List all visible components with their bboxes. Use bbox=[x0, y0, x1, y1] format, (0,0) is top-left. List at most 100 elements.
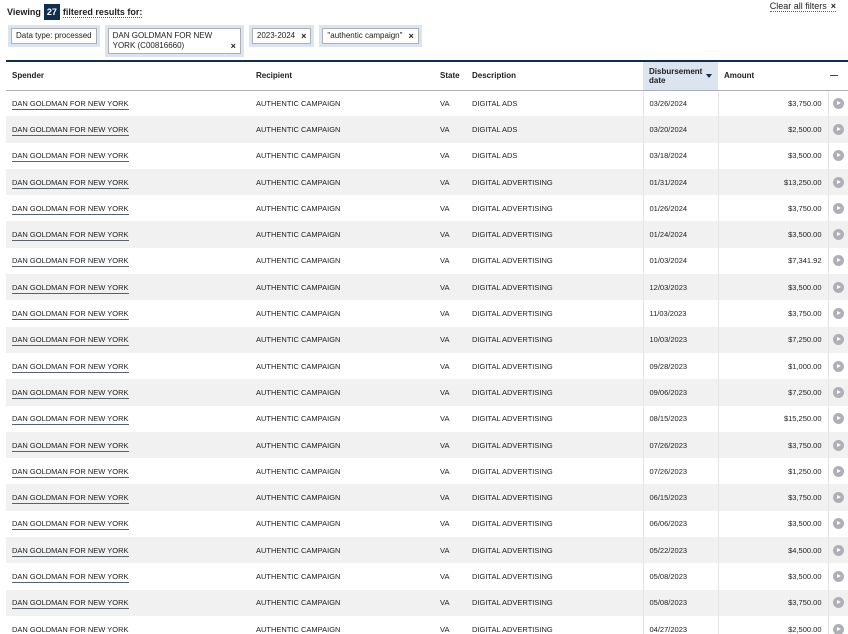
cell-spender[interactable]: DAN GOLDMAN FOR NEW YORK bbox=[6, 484, 250, 511]
cell-row-action[interactable] bbox=[827, 116, 848, 143]
row-expand-icon[interactable] bbox=[832, 386, 844, 398]
spender-link[interactable]: DAN GOLDMAN FOR NEW YORK bbox=[12, 466, 129, 478]
cell-spender[interactable]: DAN GOLDMAN FOR NEW YORK bbox=[6, 458, 250, 484]
table-row[interactable]: DAN GOLDMAN FOR NEW YORK AUTHENTIC CAMPAI… bbox=[6, 615, 848, 634]
cell-row-action[interactable] bbox=[827, 458, 848, 485]
table-row[interactable]: DAN GOLDMAN FOR NEW YORK AUTHENTIC CAMPAI… bbox=[6, 484, 848, 511]
spender-link[interactable]: DAN GOLDMAN FOR NEW YORK bbox=[12, 335, 129, 347]
cell-spender[interactable]: DAN GOLDMAN FOR NEW YORK bbox=[6, 274, 250, 301]
spender-link[interactable]: DAN GOLDMAN FOR NEW YORK bbox=[12, 256, 129, 268]
cell-row-action[interactable] bbox=[827, 563, 848, 590]
spender-link[interactable]: DAN GOLDMAN FOR NEW YORK bbox=[12, 519, 129, 531]
table-row[interactable]: DAN GOLDMAN FOR NEW YORK AUTHENTIC CAMPAI… bbox=[6, 379, 848, 406]
cell-spender[interactable]: DAN GOLDMAN FOR NEW YORK bbox=[6, 563, 250, 589]
row-expand-icon[interactable] bbox=[832, 623, 844, 634]
remove-filter-icon[interactable]: × bbox=[301, 31, 306, 41]
column-header-disbursement-date[interactable]: Disbursement date bbox=[643, 60, 718, 91]
table-row[interactable]: DAN GOLDMAN FOR NEW YORK AUTHENTIC CAMPAI… bbox=[6, 431, 848, 459]
table-row[interactable]: DAN GOLDMAN FOR NEW YORK AUTHENTIC CAMPAI… bbox=[6, 90, 848, 117]
table-row[interactable]: DAN GOLDMAN FOR NEW YORK AUTHENTIC CAMPAI… bbox=[6, 247, 848, 275]
cell-row-action[interactable] bbox=[827, 221, 848, 248]
spender-link[interactable]: DAN GOLDMAN FOR NEW YORK bbox=[12, 151, 129, 163]
cell-row-action[interactable] bbox=[827, 247, 848, 275]
table-row[interactable]: DAN GOLDMAN FOR NEW YORK AUTHENTIC CAMPAI… bbox=[6, 116, 848, 143]
remove-filter-icon[interactable]: × bbox=[408, 31, 413, 41]
cell-spender[interactable]: DAN GOLDMAN FOR NEW YORK bbox=[6, 143, 250, 169]
cell-spender[interactable]: DAN GOLDMAN FOR NEW YORK bbox=[6, 511, 250, 537]
row-expand-icon[interactable] bbox=[832, 97, 844, 109]
cell-spender[interactable]: DAN GOLDMAN FOR NEW YORK bbox=[6, 379, 250, 406]
remove-filter-icon[interactable]: × bbox=[231, 41, 236, 51]
cell-spender[interactable]: DAN GOLDMAN FOR NEW YORK bbox=[6, 248, 250, 274]
table-row[interactable]: DAN GOLDMAN FOR NEW YORK AUTHENTIC CAMPAI… bbox=[6, 326, 848, 353]
cell-spender[interactable]: DAN GOLDMAN FOR NEW YORK bbox=[6, 116, 250, 143]
cell-row-action[interactable] bbox=[827, 90, 848, 117]
table-row[interactable]: DAN GOLDMAN FOR NEW YORK AUTHENTIC CAMPAI… bbox=[6, 221, 848, 248]
spender-link[interactable]: DAN GOLDMAN FOR NEW YORK bbox=[12, 177, 129, 189]
cell-row-action[interactable] bbox=[827, 300, 848, 327]
row-expand-icon[interactable] bbox=[832, 281, 844, 293]
table-row[interactable]: DAN GOLDMAN FOR NEW YORK AUTHENTIC CAMPAI… bbox=[6, 300, 848, 327]
cell-row-action[interactable] bbox=[827, 274, 848, 301]
column-header-state[interactable]: State bbox=[434, 60, 466, 91]
cell-spender[interactable]: DAN GOLDMAN FOR NEW YORK bbox=[6, 221, 250, 248]
table-row[interactable]: DAN GOLDMAN FOR NEW YORK AUTHENTIC CAMPAI… bbox=[6, 563, 848, 590]
cell-row-action[interactable] bbox=[827, 589, 848, 616]
spender-link[interactable]: DAN GOLDMAN FOR NEW YORK bbox=[12, 493, 129, 505]
row-expand-icon[interactable] bbox=[832, 255, 844, 267]
row-expand-icon[interactable] bbox=[832, 308, 844, 320]
table-row[interactable]: DAN GOLDMAN FOR NEW YORK AUTHENTIC CAMPAI… bbox=[6, 352, 848, 380]
clear-all-filters-button[interactable]: Clear all filters × bbox=[769, 1, 836, 12]
cell-row-action[interactable] bbox=[827, 326, 848, 353]
row-expand-icon[interactable] bbox=[832, 150, 844, 162]
cell-row-action[interactable] bbox=[827, 615, 848, 634]
row-expand-icon[interactable] bbox=[832, 176, 844, 188]
table-row[interactable]: DAN GOLDMAN FOR NEW YORK AUTHENTIC CAMPAI… bbox=[6, 195, 848, 222]
column-header-amount[interactable]: Amount — bbox=[718, 60, 848, 91]
table-row[interactable]: DAN GOLDMAN FOR NEW YORK AUTHENTIC CAMPAI… bbox=[6, 589, 848, 616]
table-row[interactable]: DAN GOLDMAN FOR NEW YORK AUTHENTIC CAMPAI… bbox=[6, 274, 848, 301]
cell-row-action[interactable] bbox=[827, 352, 848, 380]
column-toggle-icon[interactable]: — bbox=[830, 71, 838, 80]
row-expand-icon[interactable] bbox=[832, 544, 844, 556]
cell-spender[interactable]: DAN GOLDMAN FOR NEW YORK bbox=[6, 90, 250, 116]
cell-row-action[interactable] bbox=[827, 431, 848, 459]
cell-spender[interactable]: DAN GOLDMAN FOR NEW YORK bbox=[6, 300, 250, 326]
row-expand-icon[interactable] bbox=[832, 570, 844, 582]
cell-row-action[interactable] bbox=[827, 168, 848, 196]
table-row[interactable]: DAN GOLDMAN FOR NEW YORK AUTHENTIC CAMPAI… bbox=[6, 510, 848, 538]
cell-row-action[interactable] bbox=[827, 195, 848, 222]
table-row[interactable]: DAN GOLDMAN FOR NEW YORK AUTHENTIC CAMPAI… bbox=[6, 405, 848, 432]
row-expand-icon[interactable] bbox=[832, 518, 844, 530]
cell-spender[interactable]: DAN GOLDMAN FOR NEW YORK bbox=[6, 537, 250, 564]
spender-link[interactable]: DAN GOLDMAN FOR NEW YORK bbox=[12, 387, 129, 399]
cell-row-action[interactable] bbox=[827, 510, 848, 538]
cell-spender[interactable]: DAN GOLDMAN FOR NEW YORK bbox=[6, 195, 250, 221]
spender-link[interactable]: DAN GOLDMAN FOR NEW YORK bbox=[12, 98, 129, 110]
spender-link[interactable]: DAN GOLDMAN FOR NEW YORK bbox=[12, 440, 129, 452]
row-expand-icon[interactable] bbox=[832, 334, 844, 346]
spender-link[interactable]: DAN GOLDMAN FOR NEW YORK bbox=[12, 598, 129, 610]
column-header-description[interactable]: Description bbox=[466, 60, 643, 91]
spender-link[interactable]: DAN GOLDMAN FOR NEW YORK bbox=[12, 624, 129, 634]
spender-link[interactable]: DAN GOLDMAN FOR NEW YORK bbox=[12, 124, 129, 136]
cell-row-action[interactable] bbox=[827, 379, 848, 406]
table-row[interactable]: DAN GOLDMAN FOR NEW YORK AUTHENTIC CAMPAI… bbox=[6, 537, 848, 564]
cell-row-action[interactable] bbox=[827, 537, 848, 564]
spender-link[interactable]: DAN GOLDMAN FOR NEW YORK bbox=[12, 571, 129, 583]
column-header-spender[interactable]: Spender bbox=[6, 60, 250, 91]
cell-spender[interactable]: DAN GOLDMAN FOR NEW YORK bbox=[6, 406, 250, 432]
row-expand-icon[interactable] bbox=[832, 597, 844, 609]
table-row[interactable]: DAN GOLDMAN FOR NEW YORK AUTHENTIC CAMPAI… bbox=[6, 458, 848, 485]
spender-link[interactable]: DAN GOLDMAN FOR NEW YORK bbox=[12, 309, 129, 321]
cell-spender[interactable]: DAN GOLDMAN FOR NEW YORK bbox=[6, 616, 250, 634]
table-row[interactable]: DAN GOLDMAN FOR NEW YORK AUTHENTIC CAMPAI… bbox=[6, 168, 848, 196]
cell-spender[interactable]: DAN GOLDMAN FOR NEW YORK bbox=[6, 326, 250, 353]
row-expand-icon[interactable] bbox=[832, 229, 844, 241]
cell-spender[interactable]: DAN GOLDMAN FOR NEW YORK bbox=[6, 431, 250, 459]
row-expand-icon[interactable] bbox=[832, 465, 844, 477]
spender-link[interactable]: DAN GOLDMAN FOR NEW YORK bbox=[12, 203, 129, 215]
cell-row-action[interactable] bbox=[827, 484, 848, 511]
cell-row-action[interactable] bbox=[827, 142, 848, 169]
cell-row-action[interactable] bbox=[827, 405, 848, 432]
